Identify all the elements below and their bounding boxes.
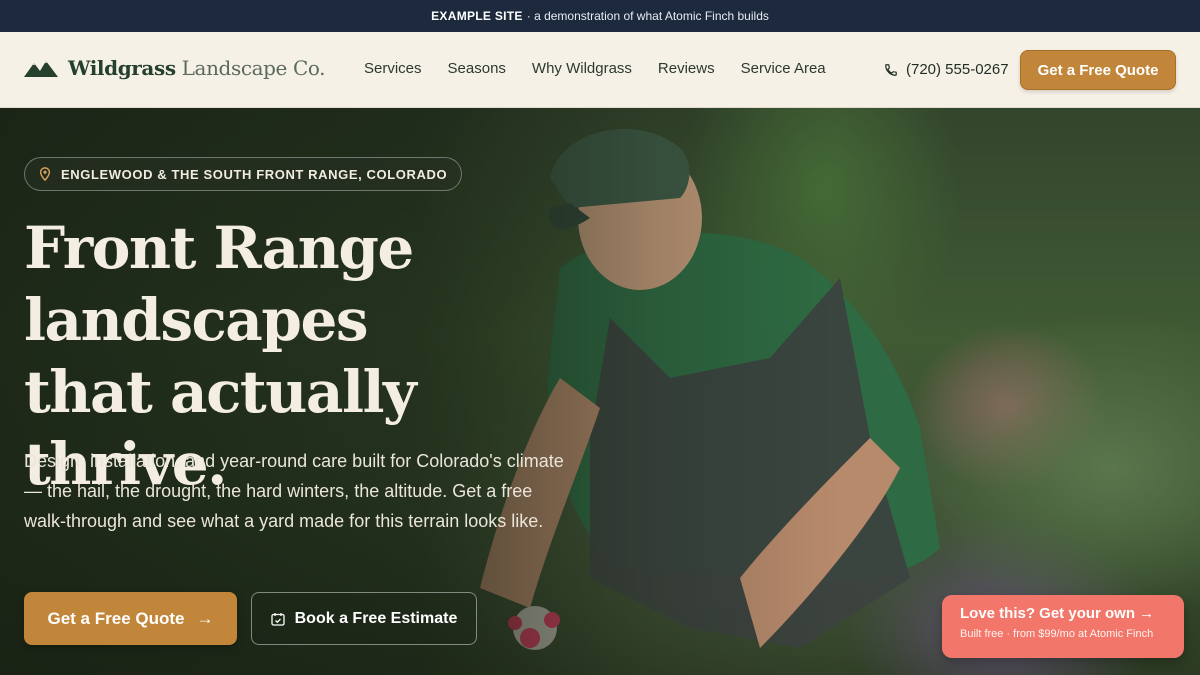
location-badge: ENGLEWOOD & THE SOUTH FRONT RANGE, COLOR… [24,157,463,191]
phone-icon [885,63,897,76]
map-pin-icon [39,167,51,181]
promo-title: Love this? Get your own → [960,605,1155,622]
hero-section: ENGLEWOOD & THE SOUTH FRONT RANGE, COLOR… [0,108,1200,675]
headline-line-1: Front Range [24,214,414,282]
nav-link-reviews[interactable]: Reviews [658,60,715,77]
nav-link-why-wildgrass[interactable]: Why Wildgrass [532,60,632,77]
nav-link-services[interactable]: Services [364,60,422,77]
brand-name: Wildgrass Landscape Co. [68,56,326,80]
hero-get-quote-button[interactable]: Get a Free Quote → [24,592,237,645]
top-demo-banner: EXAMPLE SITE · a demonstration of what A… [0,0,1200,32]
headline-line-2: landscapes [24,286,369,354]
brand-name-rest: Landscape Co. [181,56,326,80]
book-estimate-label: Book a Free Estimate [294,609,458,627]
brand-logo[interactable]: Wildgrass Landscape Co. [24,56,326,80]
location-text: ENGLEWOOD & THE SOUTH FRONT RANGE, COLOR… [61,166,448,182]
calendar-icon [270,612,285,626]
nav-links: Services Seasons Why Wildgrass Reviews S… [364,60,826,77]
nav-get-quote-button[interactable]: Get a Free Quote [1020,50,1176,90]
hero-subtext: Design, installation, and year-round car… [24,451,564,531]
navbar: Wildgrass Landscape Co. Services Seasons… [0,32,1200,108]
book-estimate-button[interactable]: Book a Free Estimate [251,592,477,645]
arrow-right-icon: → [196,608,214,628]
brand-name-strong: Wildgrass [68,56,176,80]
mountain-logo-icon [24,61,58,77]
phone-link[interactable]: (720) 555-0267 [884,61,1009,78]
banner-text: · a demonstration of what Atomic Finch b… [526,9,769,23]
atomic-finch-promo[interactable]: Love this? Get your own → Built free · f… [942,595,1184,658]
promo-subtitle: Built free · from $99/mo at Atomic Finch [960,628,1154,640]
banner-strong-text: EXAMPLE SITE [431,9,523,23]
nav-link-service-area[interactable]: Service Area [741,60,826,77]
phone-number: (720) 555-0267 [906,61,1009,78]
nav-link-seasons[interactable]: Seasons [448,60,506,77]
hero-get-quote-label: Get a Free Quote [47,608,185,628]
